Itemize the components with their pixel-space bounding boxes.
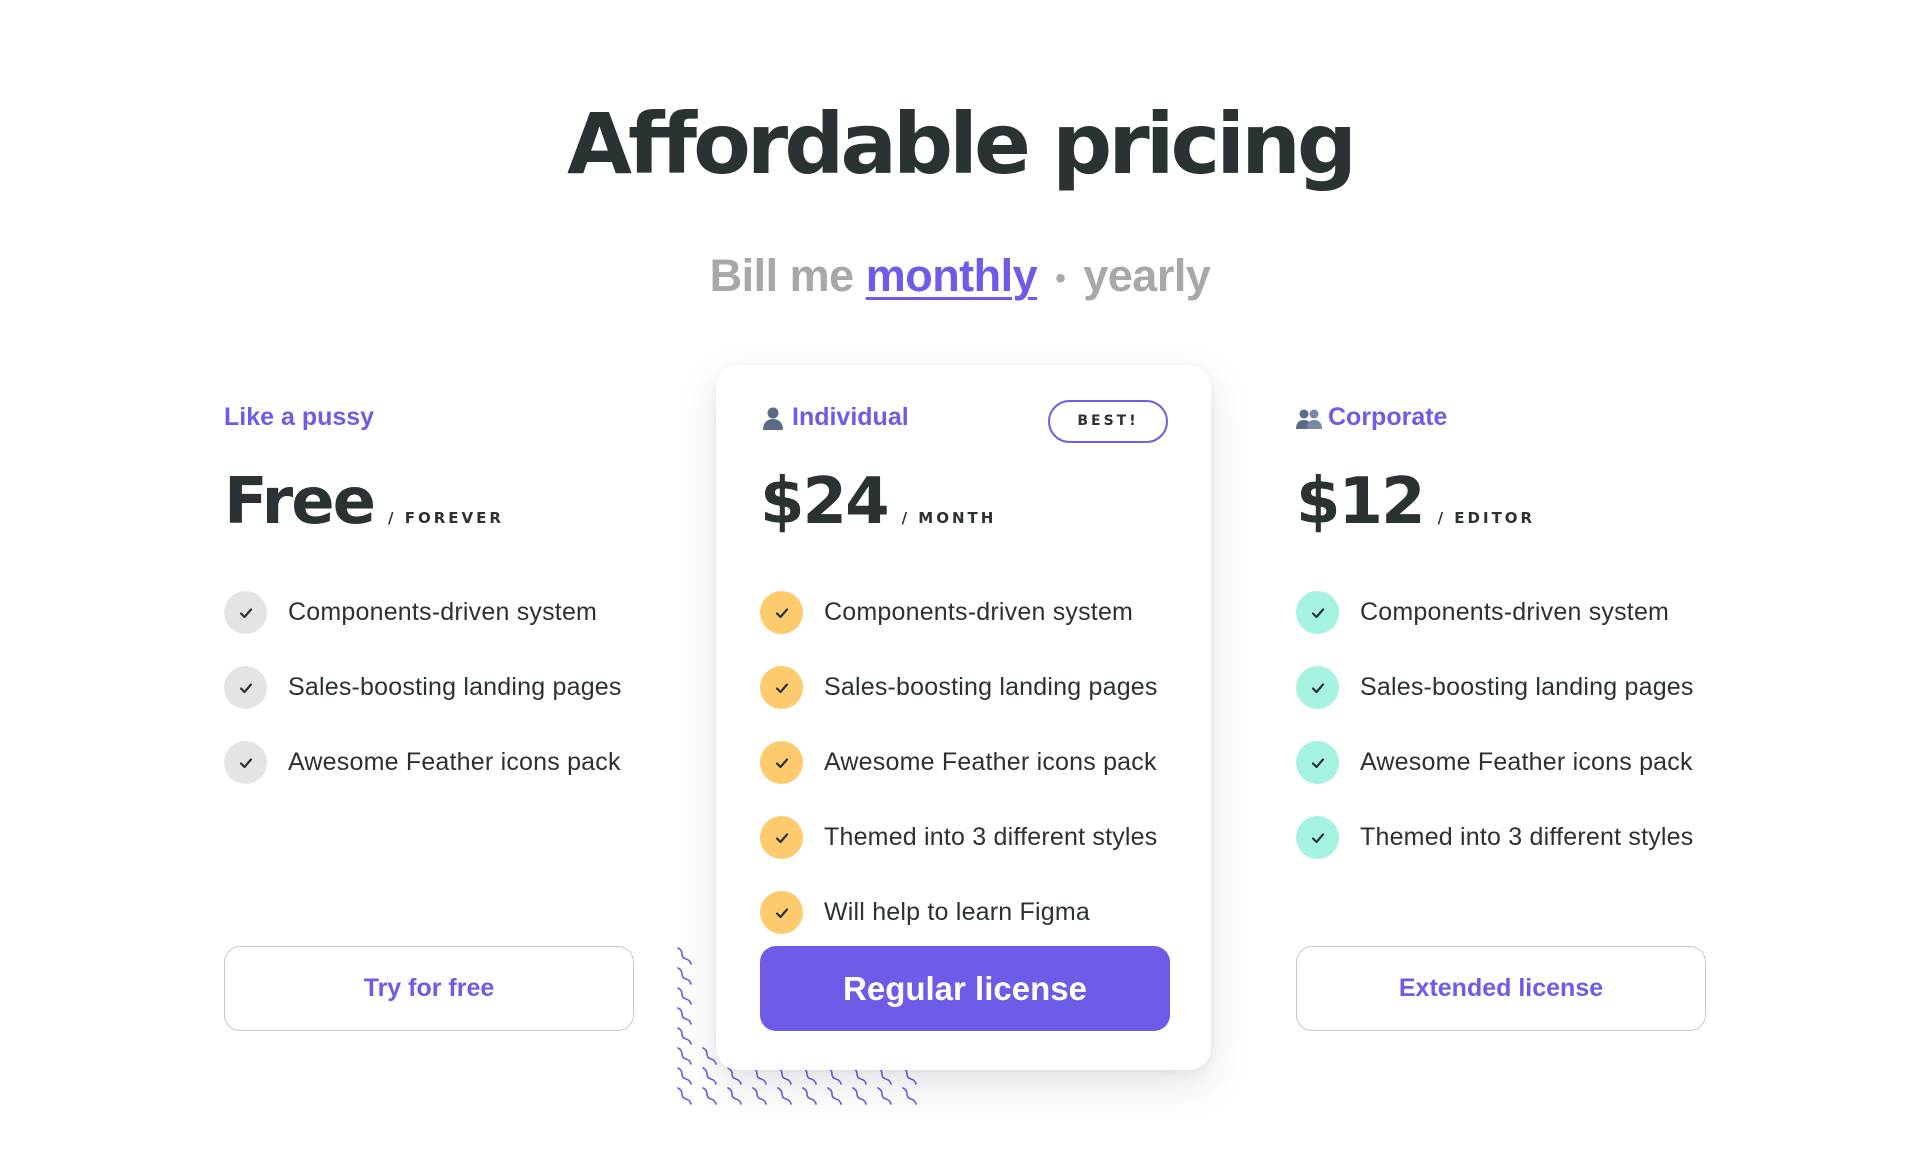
plan-period: / MONTH xyxy=(901,509,997,527)
plan-price: $24 xyxy=(760,465,890,539)
plan-card-corporate: Corporate $12 / EDITOR Components-driven… xyxy=(1252,365,1747,1070)
check-icon xyxy=(760,666,803,709)
feature-item: Awesome Feather icons pack xyxy=(1296,725,1694,800)
billing-separator: • xyxy=(1055,262,1066,296)
feature-list: Components-driven system Sales-boosting l… xyxy=(224,575,622,800)
feature-text: Sales-boosting landing pages xyxy=(1360,673,1694,701)
check-icon xyxy=(224,741,267,784)
plan-card-individual: Individual $24 / MONTH Components-driven… xyxy=(716,365,1211,1070)
price-row: $24 / MONTH xyxy=(760,465,996,539)
feature-text: Sales-boosting landing pages xyxy=(288,673,622,701)
feature-text: Awesome Feather icons pack xyxy=(288,748,621,776)
plan-name: Corporate xyxy=(1296,403,1447,432)
check-icon xyxy=(224,591,267,634)
feature-list: Components-driven system Sales-boosting l… xyxy=(760,575,1158,950)
feature-item: Themed into 3 different styles xyxy=(760,800,1158,875)
feature-item: Sales-boosting landing pages xyxy=(760,650,1158,725)
plan-period: / EDITOR xyxy=(1437,509,1536,527)
check-icon xyxy=(1296,666,1339,709)
check-icon xyxy=(760,591,803,634)
feature-item: Components-driven system xyxy=(224,575,622,650)
feature-item: Will help to learn Figma xyxy=(760,875,1158,950)
feature-item: Components-driven system xyxy=(1296,575,1694,650)
plan-card-free: Like a pussy Free / FOREVER Components-d… xyxy=(180,365,675,1070)
plan-name-label: Like a pussy xyxy=(224,403,375,431)
feature-item: Sales-boosting landing pages xyxy=(224,650,622,725)
feature-item: Components-driven system xyxy=(760,575,1158,650)
billing-toggle: Bill me monthly • yearly xyxy=(0,250,1920,306)
feature-text: Awesome Feather icons pack xyxy=(824,748,1157,776)
feature-item: Awesome Feather icons pack xyxy=(224,725,622,800)
billing-option-yearly[interactable]: yearly xyxy=(1083,250,1211,301)
check-icon xyxy=(760,816,803,859)
feature-text: Components-driven system xyxy=(824,598,1134,626)
feature-text: Sales-boosting landing pages xyxy=(824,673,1158,701)
plan-name: Like a pussy xyxy=(224,403,374,432)
billing-prefix: Bill me xyxy=(709,250,855,301)
plan-period: / FOREVER xyxy=(388,509,504,527)
feature-item: Themed into 3 different styles xyxy=(1296,800,1694,875)
page-title: Affordable pricing xyxy=(566,95,1357,193)
user-icon xyxy=(763,407,783,430)
feature-list: Components-driven system Sales-boosting l… xyxy=(1296,575,1694,875)
price-row: $12 / EDITOR xyxy=(1296,465,1535,539)
feature-text: Themed into 3 different styles xyxy=(824,823,1158,851)
price-row: Free / FOREVER xyxy=(224,465,504,539)
billing-option-monthly[interactable]: monthly xyxy=(865,250,1038,306)
plan-price: $12 xyxy=(1296,465,1426,539)
regular-license-button[interactable]: Regular license xyxy=(760,946,1170,1031)
plan-name-label: Individual xyxy=(792,403,909,431)
check-icon xyxy=(224,666,267,709)
check-icon xyxy=(760,891,803,934)
try-for-free-button[interactable]: Try for free xyxy=(224,946,634,1031)
feature-text: Awesome Feather icons pack xyxy=(1360,748,1693,776)
check-icon xyxy=(760,741,803,784)
best-badge: BEST! xyxy=(1048,400,1168,443)
feature-text: Components-driven system xyxy=(1360,598,1670,626)
users-icon xyxy=(1296,409,1322,429)
feature-item: Awesome Feather icons pack xyxy=(760,725,1158,800)
feature-text: Themed into 3 different styles xyxy=(1360,823,1694,851)
check-icon xyxy=(1296,816,1339,859)
plan-name-label: Corporate xyxy=(1328,403,1448,431)
plan-price: Free xyxy=(224,465,376,539)
feature-item: Sales-boosting landing pages xyxy=(1296,650,1694,725)
check-icon xyxy=(1296,591,1339,634)
check-icon xyxy=(1296,741,1339,784)
extended-license-button[interactable]: Extended license xyxy=(1296,946,1706,1031)
feature-text: Components-driven system xyxy=(288,598,598,626)
plan-name: Individual xyxy=(760,403,909,432)
feature-text: Will help to learn Figma xyxy=(824,898,1091,926)
